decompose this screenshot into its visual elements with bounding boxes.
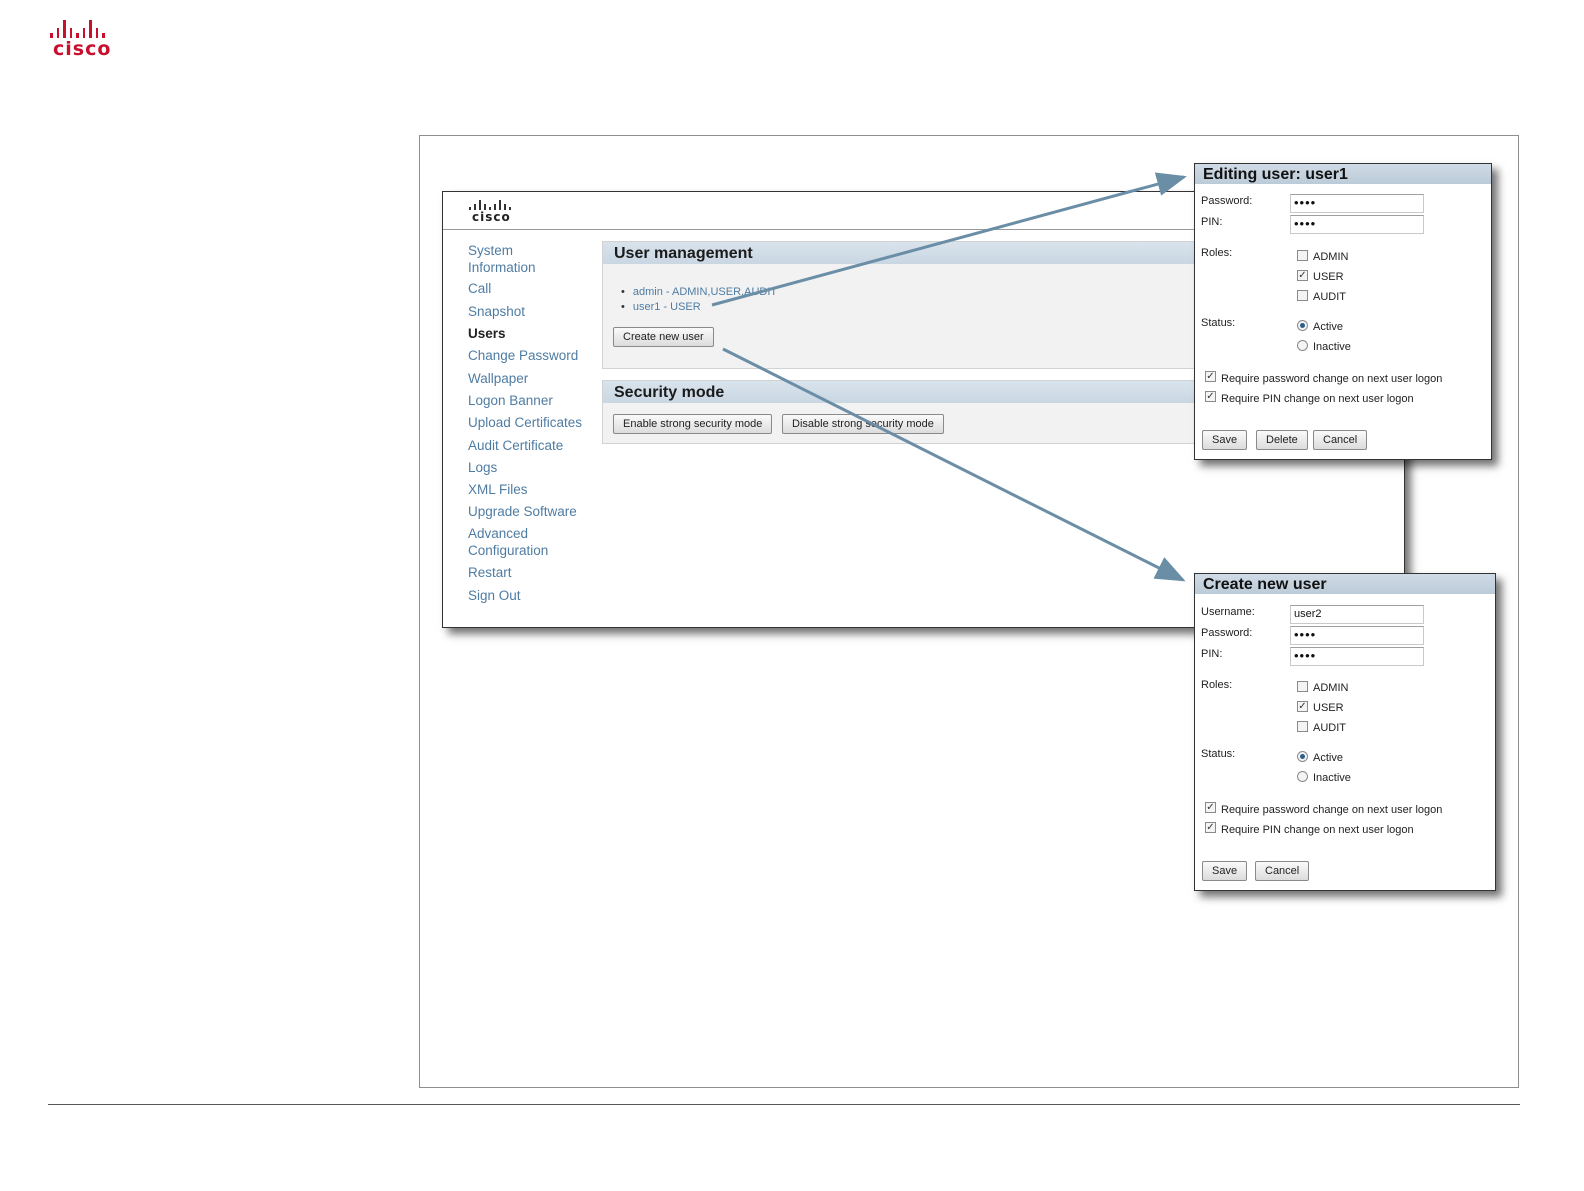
arrow-to-create-dialog bbox=[722, 347, 1186, 582]
cancel-button[interactable]: Cancel bbox=[1313, 430, 1368, 450]
password-field[interactable]: •••• bbox=[1290, 194, 1424, 213]
username-field[interactable]: user2 bbox=[1290, 605, 1424, 624]
role-admin-checkbox[interactable] bbox=[1297, 681, 1308, 692]
status-inactive-label: Inactive bbox=[1313, 772, 1351, 784]
save-button[interactable]: Save bbox=[1202, 861, 1248, 881]
status-label: Status: bbox=[1201, 748, 1236, 760]
username-label: Username: bbox=[1201, 606, 1255, 618]
status-active-label: Active bbox=[1313, 752, 1343, 764]
require-password-change-label: Require password change on next user log… bbox=[1221, 804, 1443, 816]
status-inactive-radio[interactable] bbox=[1297, 340, 1308, 351]
roles-label: Roles: bbox=[1201, 679, 1233, 691]
role-user-label: USER bbox=[1313, 271, 1344, 283]
role-user-checkbox[interactable]: ✓ bbox=[1297, 701, 1308, 712]
pin-label: PIN: bbox=[1201, 648, 1223, 660]
role-user-label: USER bbox=[1313, 702, 1344, 714]
arrow-to-edit-dialog bbox=[711, 172, 1187, 307]
delete-button[interactable]: Delete bbox=[1256, 430, 1308, 450]
require-pin-change-label: Require PIN change on next user logon bbox=[1221, 824, 1414, 836]
status-inactive-radio[interactable] bbox=[1297, 771, 1308, 782]
password-label: Password: bbox=[1201, 195, 1253, 207]
footer-divider bbox=[48, 1104, 1520, 1105]
require-password-change-label: Require password change on next user log… bbox=[1221, 373, 1443, 385]
status-active-label: Active bbox=[1313, 321, 1343, 333]
pin-label: PIN: bbox=[1201, 216, 1223, 228]
role-admin-label: ADMIN bbox=[1313, 682, 1349, 694]
require-pin-change-checkbox[interactable]: ✓ bbox=[1205, 822, 1216, 833]
role-audit-checkbox[interactable] bbox=[1297, 721, 1308, 732]
status-active-radio[interactable] bbox=[1297, 320, 1308, 331]
status-active-radio[interactable] bbox=[1297, 751, 1308, 762]
role-admin-checkbox[interactable] bbox=[1297, 250, 1308, 261]
pin-field[interactable]: •••• bbox=[1290, 215, 1424, 234]
require-password-change-checkbox[interactable]: ✓ bbox=[1205, 802, 1216, 813]
pin-field[interactable]: •••• bbox=[1290, 647, 1424, 666]
roles-label: Roles: bbox=[1201, 247, 1233, 259]
role-user-checkbox[interactable]: ✓ bbox=[1297, 270, 1308, 281]
save-button[interactable]: Save bbox=[1202, 430, 1248, 450]
require-password-change-checkbox[interactable]: ✓ bbox=[1205, 371, 1216, 382]
status-label: Status: bbox=[1201, 317, 1236, 329]
role-audit-checkbox[interactable] bbox=[1297, 290, 1308, 301]
status-inactive-label: Inactive bbox=[1313, 341, 1351, 353]
edit-dialog-title: Editing user: user1 bbox=[1195, 164, 1491, 184]
role-audit-label: AUDIT bbox=[1313, 722, 1346, 734]
cancel-button[interactable]: Cancel bbox=[1255, 861, 1310, 881]
role-admin-label: ADMIN bbox=[1313, 251, 1349, 263]
create-user-dialog: Create new user Username: user2 Password… bbox=[1194, 573, 1496, 891]
require-pin-change-checkbox[interactable]: ✓ bbox=[1205, 391, 1216, 402]
password-label: Password: bbox=[1201, 627, 1253, 639]
role-audit-label: AUDIT bbox=[1313, 291, 1346, 303]
require-pin-change-label: Require PIN change on next user logon bbox=[1221, 393, 1414, 405]
create-dialog-title: Create new user bbox=[1195, 574, 1495, 594]
edit-user-dialog: Editing user: user1 Password: •••• PIN: … bbox=[1194, 163, 1492, 460]
password-field[interactable]: •••• bbox=[1290, 626, 1424, 645]
